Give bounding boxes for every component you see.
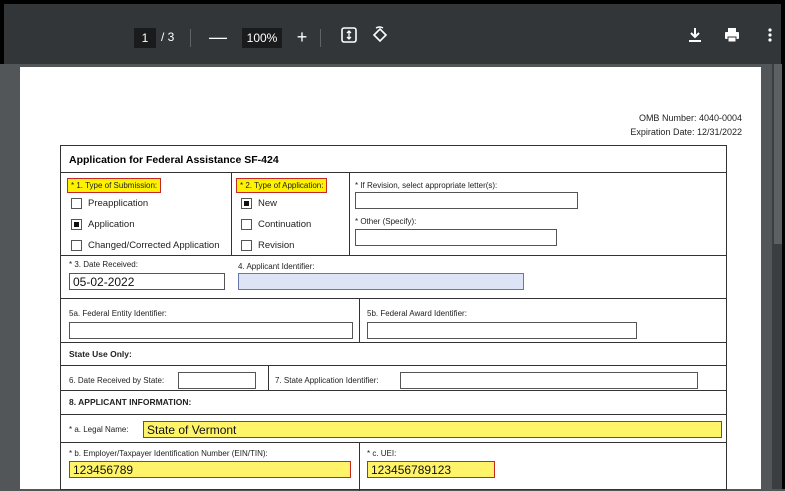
form-title: Application for Federal Assistance SF-42…: [61, 146, 726, 173]
state-app-label: 7. State Application Identifier:: [275, 376, 379, 385]
revision-input[interactable]: [355, 192, 578, 209]
application-type-label: * 2. Type of Application:: [236, 178, 328, 193]
applicant-identifier-label: 4. Applicant Identifier:: [238, 262, 315, 271]
federal-entity-label: 5a. Federal Entity Identifier:: [69, 309, 167, 318]
zoom-input[interactable]: 100%: [242, 28, 282, 48]
zoom-in-button[interactable]: +: [291, 26, 313, 48]
divider: [61, 255, 726, 256]
federal-award-label: 5b. Federal Award Identifier:: [367, 309, 467, 318]
page-total: / 3: [161, 30, 175, 44]
state-app-input[interactable]: [400, 372, 698, 389]
state-use-heading: State Use Only:: [69, 349, 132, 359]
checkbox-preapplication[interactable]: [71, 198, 82, 209]
divider: [61, 414, 726, 415]
federal-entity-input[interactable]: [69, 322, 353, 339]
option-label: New: [258, 198, 278, 209]
divider: [61, 298, 726, 299]
more-vert-icon[interactable]: [759, 26, 781, 49]
expiration-date: Expiration Date: 12/31/2022: [630, 127, 742, 137]
uei-input[interactable]: 123456789123: [367, 461, 495, 478]
rotate-icon[interactable]: [369, 26, 391, 49]
document-page: OMB Number: 4040-0004 Expiration Date: 1…: [20, 67, 761, 491]
option-label: Continuation: [258, 219, 312, 230]
date-received-input[interactable]: 05-02-2022: [69, 273, 225, 290]
other-specify-input[interactable]: [355, 229, 557, 246]
checkbox-new[interactable]: [241, 198, 252, 209]
omb-number: OMB Number: 4040-0004: [638, 113, 742, 123]
divider: [359, 442, 360, 491]
divider: [268, 365, 269, 390]
divider: [359, 298, 360, 342]
divider: [61, 342, 726, 343]
fit-page-icon[interactable]: [338, 26, 360, 49]
applicant-info-heading: 8. APPLICANT INFORMATION:: [69, 397, 192, 407]
toolbar: 1 / 3 — 100% +: [0, 0, 785, 64]
date-received-label: * 3. Date Received:: [69, 260, 138, 269]
checkbox-application[interactable]: [71, 219, 82, 230]
date-state-label: 6. Date Received by State:: [69, 376, 165, 385]
checkbox-continuation[interactable]: [241, 219, 252, 230]
page-number-input[interactable]: 1: [134, 28, 156, 48]
applicant-identifier-input[interactable]: [238, 273, 524, 290]
divider: [61, 390, 726, 391]
checkbox-revision[interactable]: [241, 240, 252, 251]
pdf-viewer: 1 / 3 — 100% + OMB Number: 4040-0004 Exp…: [0, 0, 785, 491]
sf424-form: Application for Federal Assistance SF-42…: [60, 145, 727, 491]
ein-label: * b. Employer/Taxpayer Identification Nu…: [69, 449, 268, 458]
legal-name-input[interactable]: State of Vermont: [143, 421, 722, 438]
separator: [320, 29, 321, 47]
checkbox-changed-corrected[interactable]: [71, 240, 82, 251]
separator: [190, 29, 191, 47]
uei-label: * c. UEI:: [367, 449, 397, 458]
ein-input[interactable]: 123456789: [69, 461, 351, 478]
print-icon[interactable]: [721, 26, 743, 49]
option-label: Application: [88, 219, 135, 230]
revision-label: * If Revision, select appropriate letter…: [355, 181, 498, 190]
federal-award-input[interactable]: [367, 322, 637, 339]
option-label: Revision: [258, 240, 295, 251]
divider: [61, 442, 726, 443]
download-icon[interactable]: [684, 26, 706, 49]
scrollbar-thumb[interactable]: [774, 64, 782, 244]
divider: [231, 173, 232, 255]
divider: [61, 365, 726, 366]
zoom-out-button[interactable]: —: [207, 26, 229, 48]
option-label: Changed/Corrected Application: [88, 240, 220, 251]
option-label: Preapplication: [88, 198, 149, 209]
other-specify-label: * Other (Specify):: [355, 217, 417, 226]
legal-name-label: * a. Legal Name:: [69, 425, 129, 434]
date-state-input[interactable]: [178, 372, 256, 389]
submission-type-label: * 1. Type of Submission:: [67, 178, 162, 193]
divider: [349, 173, 350, 255]
